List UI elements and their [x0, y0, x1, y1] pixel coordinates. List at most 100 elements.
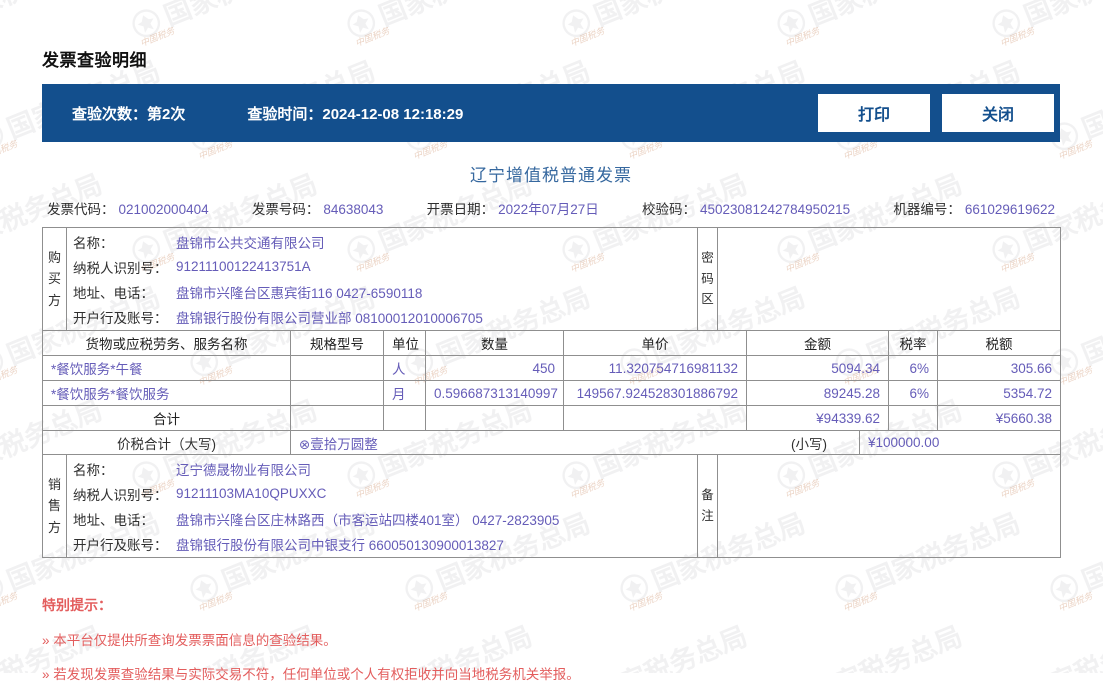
buyer-address-row: 地址、电话： 盘锦市兴隆台区惠宾街116 0427-6590118	[67, 279, 697, 304]
seller-side-label: 销售方	[42, 454, 67, 558]
buyer-name-label: 名称：	[73, 235, 114, 251]
items-total-amount: ¥94339.62	[746, 405, 889, 431]
item-taxrate: 6%	[888, 380, 938, 406]
buyer-taxid-label: 纳税人识别号：	[73, 260, 168, 276]
remark-label: 备注	[697, 454, 718, 558]
buyer-info: 名称： 盘锦市公共交通有限公司 纳税人识别号： 91211100122413751A…	[66, 227, 698, 331]
check-count-value: 第2次	[147, 105, 186, 123]
col-header-amount: 金额	[746, 330, 889, 356]
grand-total-uppercase-value: ⊗壹拾万圆整	[299, 436, 378, 452]
page-title: 发票查验明细	[42, 51, 147, 70]
seller-address-value: 盘锦市兴隆台区庄林路西（市客运站四楼401室） 0427-2823905	[176, 512, 560, 528]
col-header-tax: 税额	[937, 330, 1061, 356]
item-taxrate: 6%	[888, 355, 938, 381]
invoice-date-label: 开票日期：	[426, 202, 495, 217]
close-button[interactable]: 关闭	[942, 94, 1054, 132]
machine-number: 机器编号： 661029619622	[893, 198, 1055, 218]
notice-bullet-icon: »	[42, 633, 50, 648]
grand-total-uppercase-cell: ⊗壹拾万圆整 (小写)	[290, 430, 860, 455]
item-spec	[290, 380, 384, 406]
notice-item: » 若发现发票查验结果与实际交易不符，任何单位或个人有权拒收并向当地税务机关举报…	[42, 663, 1060, 683]
buyer-section: 购买方 名称： 盘锦市公共交通有限公司 纳税人识别号： 91211100122413…	[42, 227, 1061, 331]
item-name: *餐饮服务*餐饮服务	[42, 380, 291, 406]
password-area-content	[717, 227, 1061, 331]
grand-total-lowercase-label: (小写)	[791, 436, 827, 452]
machine-number-value: 661029619622	[964, 202, 1055, 217]
invoice-code: 发票代码： 021002000404	[47, 198, 209, 218]
check-code-label: 校验码：	[641, 202, 696, 217]
seller-bank-row: 开户行及账号： 盘锦银行股份有限公司中银支行 660050130900013827	[67, 531, 697, 556]
item-qty: 0.596687313140997	[425, 380, 564, 406]
item-amount: 89245.28	[746, 380, 889, 406]
invoice-date: 开票日期： 2022年07月27日	[427, 198, 599, 218]
buyer-name-row: 名称： 盘锦市公共交通有限公司	[67, 229, 697, 254]
grand-total-lowercase-value: ¥100000.00	[868, 435, 940, 450]
items-total-taxrate	[888, 405, 938, 431]
seller-taxid-value: 91211103MA10QPUXXC	[176, 486, 327, 501]
seller-name-row: 名称： 辽宁德晟物业有限公司	[67, 456, 697, 481]
item-price: 149567.924528301886792	[563, 380, 747, 406]
notice-title: 特别提示：	[42, 597, 112, 613]
item-unit: 月	[383, 380, 426, 406]
invoice-code-value: 021002000404	[118, 202, 209, 217]
buyer-bank-label: 开户行及账号：	[73, 310, 168, 326]
notice-text: 本平台仅提供所查询发票票面信息的查验结果。	[53, 633, 337, 648]
check-count-label: 查验次数：	[72, 105, 148, 123]
items-header-row: 货物或应税劳务、服务名称 规格型号 单位 数量 单价 金额 税率 税额	[42, 330, 1061, 356]
item-name: *餐饮服务*午餐	[42, 355, 291, 381]
invoice-code-label: 发票代码：	[47, 202, 115, 217]
seller-info: 名称： 辽宁德晟物业有限公司 纳税人识别号： 91211103MA10QPUXXC …	[66, 454, 698, 558]
item-price: 11.320754716981132	[563, 355, 747, 381]
invoice-date-value: 2022年07月27日	[498, 202, 599, 217]
invoice-title: 辽宁增值税普通发票	[470, 166, 632, 185]
notice-text: 若发现发票查验结果与实际交易不符，任何单位或个人有权拒收并向当地税务机关举报。	[53, 667, 580, 682]
machine-number-label: 机器编号：	[893, 202, 961, 217]
seller-address-row: 地址、电话： 盘锦市兴隆台区庄林路西（市客运站四楼401室） 0427-28239…	[67, 506, 697, 531]
check-time: 查验时间：2024-12-08 12:18:29	[247, 103, 463, 124]
col-header-taxrate: 税率	[888, 330, 938, 356]
buyer-taxid-row: 纳税人识别号： 91211100122413751A	[67, 254, 697, 279]
notice-item: » 本平台仅提供所查询发票票面信息的查验结果。	[42, 629, 1060, 649]
seller-taxid-row: 纳税人识别号： 91211103MA10QPUXXC	[67, 481, 697, 506]
items-total-spec	[290, 405, 384, 431]
items-total-unit	[383, 405, 426, 431]
check-code: 校验码： 45023081242784950215	[642, 198, 850, 218]
buyer-bank-row: 开户行及账号： 盘锦银行股份有限公司营业部 08100012010006705	[67, 304, 697, 329]
grand-total-lowercase-cell: ¥100000.00	[859, 430, 1061, 455]
items-total-tax: ¥5660.38	[937, 405, 1061, 431]
items-total-label: 合计	[42, 405, 291, 431]
seller-name-label: 名称：	[73, 462, 114, 478]
buyer-taxid-value: 91211100122413751A	[176, 259, 311, 274]
items-total-price	[563, 405, 747, 431]
seller-section: 销售方 名称： 辽宁德晟物业有限公司 纳税人识别号： 91211103MA10QPU…	[42, 454, 1061, 558]
invoice-number-value: 84638043	[323, 202, 384, 217]
item-qty: 450	[425, 355, 564, 381]
items-total-qty	[425, 405, 564, 431]
item-row: *餐饮服务*餐饮服务 月 0.596687313140997 149567.92…	[42, 380, 1061, 406]
col-header-spec: 规格型号	[290, 330, 384, 356]
buyer-address-value: 盘锦市兴隆台区惠宾街116 0427-6590118	[176, 285, 423, 301]
check-time-value: 2024-12-08 12:18:29	[322, 105, 464, 123]
col-header-unit: 单位	[383, 330, 426, 356]
password-area-label: 密码区	[697, 227, 718, 331]
grand-total-row: 价税合计（大写) ⊗壹拾万圆整 (小写) ¥100000.00	[42, 430, 1061, 455]
col-header-qty: 数量	[425, 330, 564, 356]
items-table: 货物或应税劳务、服务名称 规格型号 单位 数量 单价 金额 税率 税额 *餐饮服…	[42, 330, 1061, 431]
seller-bank-label: 开户行及账号：	[73, 537, 168, 553]
item-spec	[290, 355, 384, 381]
buyer-side-label: 购买方	[42, 227, 67, 331]
seller-address-label: 地址、电话：	[73, 512, 154, 528]
items-total-row: 合计 ¥94339.62 ¥5660.38	[42, 405, 1061, 431]
buyer-bank-value: 盘锦银行股份有限公司营业部 08100012010006705	[176, 310, 483, 326]
print-button[interactable]: 打印	[818, 94, 930, 132]
item-tax: 305.66	[937, 355, 1061, 381]
notice-bullet-icon: »	[42, 667, 50, 682]
remark-content	[717, 454, 1061, 558]
invoice-number-label: 发票号码：	[251, 202, 320, 217]
item-amount: 5094.34	[746, 355, 889, 381]
buyer-address-label: 地址、电话：	[73, 285, 154, 301]
verification-header-bar: 查验次数：第2次 查验时间：2024-12-08 12:18:29 打印 关闭	[42, 84, 1060, 142]
seller-bank-value: 盘锦银行股份有限公司中银支行 660050130900013827	[176, 537, 504, 553]
seller-name-value: 辽宁德晟物业有限公司	[176, 462, 311, 478]
invoice-number: 发票号码： 84638043	[252, 198, 384, 218]
